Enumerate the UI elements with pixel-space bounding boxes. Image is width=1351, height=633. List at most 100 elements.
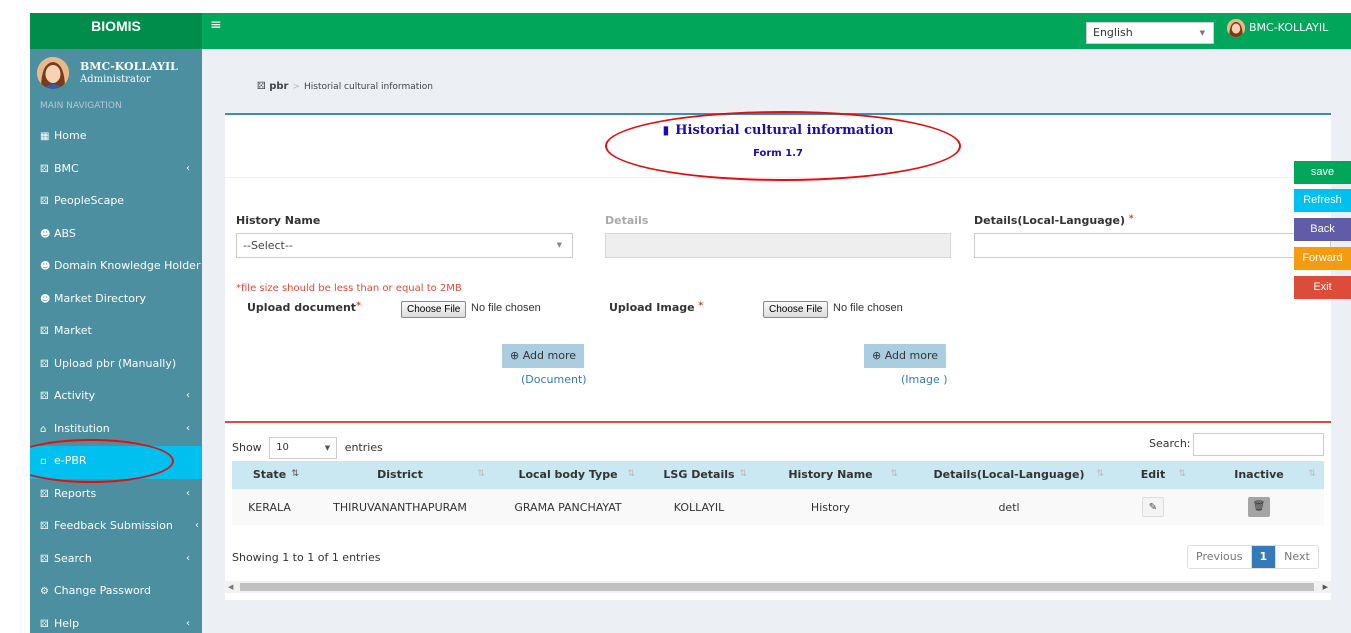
trash-icon[interactable]: 🗑	[1248, 497, 1270, 518]
cell-lsg-details: KOLLAYIL	[643, 488, 755, 525]
next-page-button[interactable]: Next	[1276, 546, 1318, 568]
column-header-history-name[interactable]: History Name ⇅	[755, 461, 906, 489]
history-name-label: History Name	[236, 214, 321, 227]
sidebar-item-label: Upload pbr (Manually)	[54, 356, 177, 370]
choose-document-button[interactable]: Choose File	[401, 301, 467, 318]
sidebar-item-change-password[interactable]: ⚙ Change Password	[30, 576, 202, 609]
sidebar-item-feedback-submission[interactable]: ⚄ Feedback Submission ‹	[30, 511, 202, 544]
refresh-button[interactable]: Refresh	[1294, 189, 1351, 212]
document-file-status: No file chosen	[471, 302, 541, 314]
menu-toggle-icon[interactable]: ≡	[210, 17, 222, 33]
scroll-left-icon[interactable]: ◀	[228, 581, 233, 593]
sidebar-item-label: BMC	[54, 161, 79, 175]
details-local-input[interactable]	[974, 233, 1331, 258]
sidebar-item-upload-pbr[interactable]: ⚄ Upload pbr (Manually)	[30, 349, 202, 382]
required-mark: *	[1128, 214, 1134, 224]
table-info: Showing 1 to 1 of 1 entries	[232, 551, 381, 564]
cubes-icon: ⚄	[40, 326, 49, 337]
column-header-edit[interactable]: Edit ⇅	[1112, 461, 1194, 489]
cubes-icon: ⚄	[40, 488, 49, 500]
save-button[interactable]: save	[1294, 161, 1351, 184]
plus-circle-icon: ⊕	[872, 349, 882, 362]
annotation-ellipse-title	[605, 111, 961, 181]
page-length-select[interactable]: 10 ▼	[269, 437, 338, 459]
edit-icon[interactable]: ✎	[1142, 497, 1164, 518]
sidebar-item-label: Institution	[54, 421, 110, 435]
caret-down-icon: ▼	[324, 444, 331, 452]
users-icon: ☻	[40, 228, 51, 240]
chevron-left-icon: ‹	[186, 422, 190, 434]
sidebar-item-market[interactable]: ⚄ Market	[30, 316, 202, 349]
sidebar-item-peoplescape[interactable]: ⚄ PeopleScape	[30, 186, 202, 219]
sidebar-item-label: Search	[54, 551, 92, 565]
cell-history-name: History	[755, 488, 906, 525]
records-panel: Show 10 ▼ entries Search: State ⇅ District…	[225, 421, 1331, 600]
records-table: State ⇅ District ⇅ Local body Type ⇅ LSG De…	[232, 461, 1324, 525]
chevron-left-icon: ‹	[186, 390, 190, 401]
top-navbar: ≡ English ▼ BMC-KOLLAYIL	[202, 13, 1351, 49]
choose-image-button[interactable]: Choose File	[763, 301, 829, 318]
sidebar-item-label: Domain Knowledge Holder	[54, 259, 201, 272]
sidebar-item-bmc[interactable]: ⚄ BMC ‹	[30, 154, 202, 187]
sidebar-item-label: ABS	[54, 226, 76, 240]
sidebar-item-label: Home	[54, 129, 87, 142]
history-name-select[interactable]: --Select-- ▼	[236, 233, 573, 258]
column-header-local-body-type[interactable]: Local body Type ⇅	[493, 461, 643, 489]
column-header-district[interactable]: District ⇅	[307, 461, 493, 489]
previous-page-button[interactable]: Previous	[1188, 546, 1252, 568]
sidebar-item-help[interactable]: ⚄ Help ‹	[30, 609, 202, 633]
cubes-icon: ⚄	[40, 163, 49, 175]
nav-header: MAIN NAVIGATION	[40, 101, 122, 111]
brand-logo[interactable]: BIOMIS	[30, 13, 202, 49]
sidebar-item-activity[interactable]: ⚄ Activity ‹	[30, 381, 202, 414]
add-more-label: Add more	[884, 349, 939, 362]
exit-button[interactable]: Exit	[1294, 276, 1351, 299]
pagination: Previous 1 Next	[1187, 545, 1319, 569]
cell-local-body-type: GRAMA PANCHAYAT	[493, 488, 643, 525]
add-more-image-button[interactable]: ⊕ Add more	[864, 344, 947, 368]
breadcrumb: ⚄ pbr > Historial cultural information	[257, 81, 433, 92]
search-input[interactable]	[1193, 433, 1324, 456]
sort-icon: ⇅	[1096, 469, 1104, 479]
column-header-details-local[interactable]: Details(Local-Language) ⇅	[906, 461, 1112, 489]
details-local-label-text: Details(Local-Language)	[974, 214, 1125, 227]
forward-button[interactable]: Forward	[1294, 247, 1351, 270]
add-image-link[interactable]: (Image )	[901, 373, 948, 386]
cell-inactive: 🗑	[1194, 488, 1324, 525]
column-header-label: District	[377, 468, 423, 482]
breadcrumb-root-label: pbr	[269, 81, 289, 92]
sort-icon: ⇅	[739, 469, 747, 479]
sidebar-item-market-directory[interactable]: ☻ Market Directory	[30, 284, 202, 317]
app-window: BIOMIS BMC-KOLLAYIL Administrator MAIN N…	[30, 13, 1351, 633]
column-header-lsg-details[interactable]: LSG Details ⇅	[643, 461, 755, 489]
page-1-button[interactable]: 1	[1251, 546, 1277, 568]
add-more-document-button[interactable]: ⊕ Add more	[502, 344, 585, 368]
cell-district: THIRUVANANTHAPURAM	[307, 488, 493, 525]
breadcrumb-root[interactable]: ⚄ pbr	[257, 81, 288, 92]
upload-document-label-text: Upload document	[247, 301, 357, 314]
sidebar-item-abs[interactable]: ☻ ABS	[30, 219, 202, 252]
cog-icon: ⚙	[40, 586, 49, 597]
column-header-label: Details(Local-Language)	[933, 468, 1085, 482]
back-button[interactable]: Back	[1294, 218, 1351, 241]
cell-edit: ✎	[1112, 488, 1194, 525]
user-role: Administrator	[80, 74, 151, 85]
sidebar-item-reports[interactable]: ⚄ Reports ‹	[30, 479, 202, 512]
scrollbar-thumb[interactable]	[240, 583, 1314, 591]
sidebar-item-home[interactable]: ▦ Home	[30, 121, 202, 154]
sidebar: BIOMIS BMC-KOLLAYIL Administrator MAIN N…	[30, 13, 202, 633]
user-menu[interactable]: BMC-KOLLAYIL	[1227, 19, 1328, 37]
horizontal-scrollbar[interactable]: ◀ ▶	[225, 581, 1331, 593]
user-menu-name: BMC-KOLLAYIL	[1249, 21, 1329, 34]
add-document-link[interactable]: (Document)	[521, 373, 587, 386]
avatar	[37, 57, 69, 89]
cubes-icon: ⚄	[40, 618, 49, 630]
sort-asc-icon: ⇅	[291, 469, 299, 479]
sidebar-item-search[interactable]: ⚄ Search ‹	[30, 544, 202, 577]
language-select[interactable]: English ▼	[1086, 22, 1214, 44]
column-header-state[interactable]: State ⇅	[232, 461, 307, 489]
chevron-left-icon: ‹	[186, 552, 190, 564]
scroll-right-icon[interactable]: ▶	[1323, 581, 1328, 593]
column-header-inactive[interactable]: Inactive ⇅	[1194, 461, 1324, 489]
sidebar-item-domain-knowledge-holder[interactable]: ☻ Domain Knowledge Holder	[30, 251, 202, 284]
